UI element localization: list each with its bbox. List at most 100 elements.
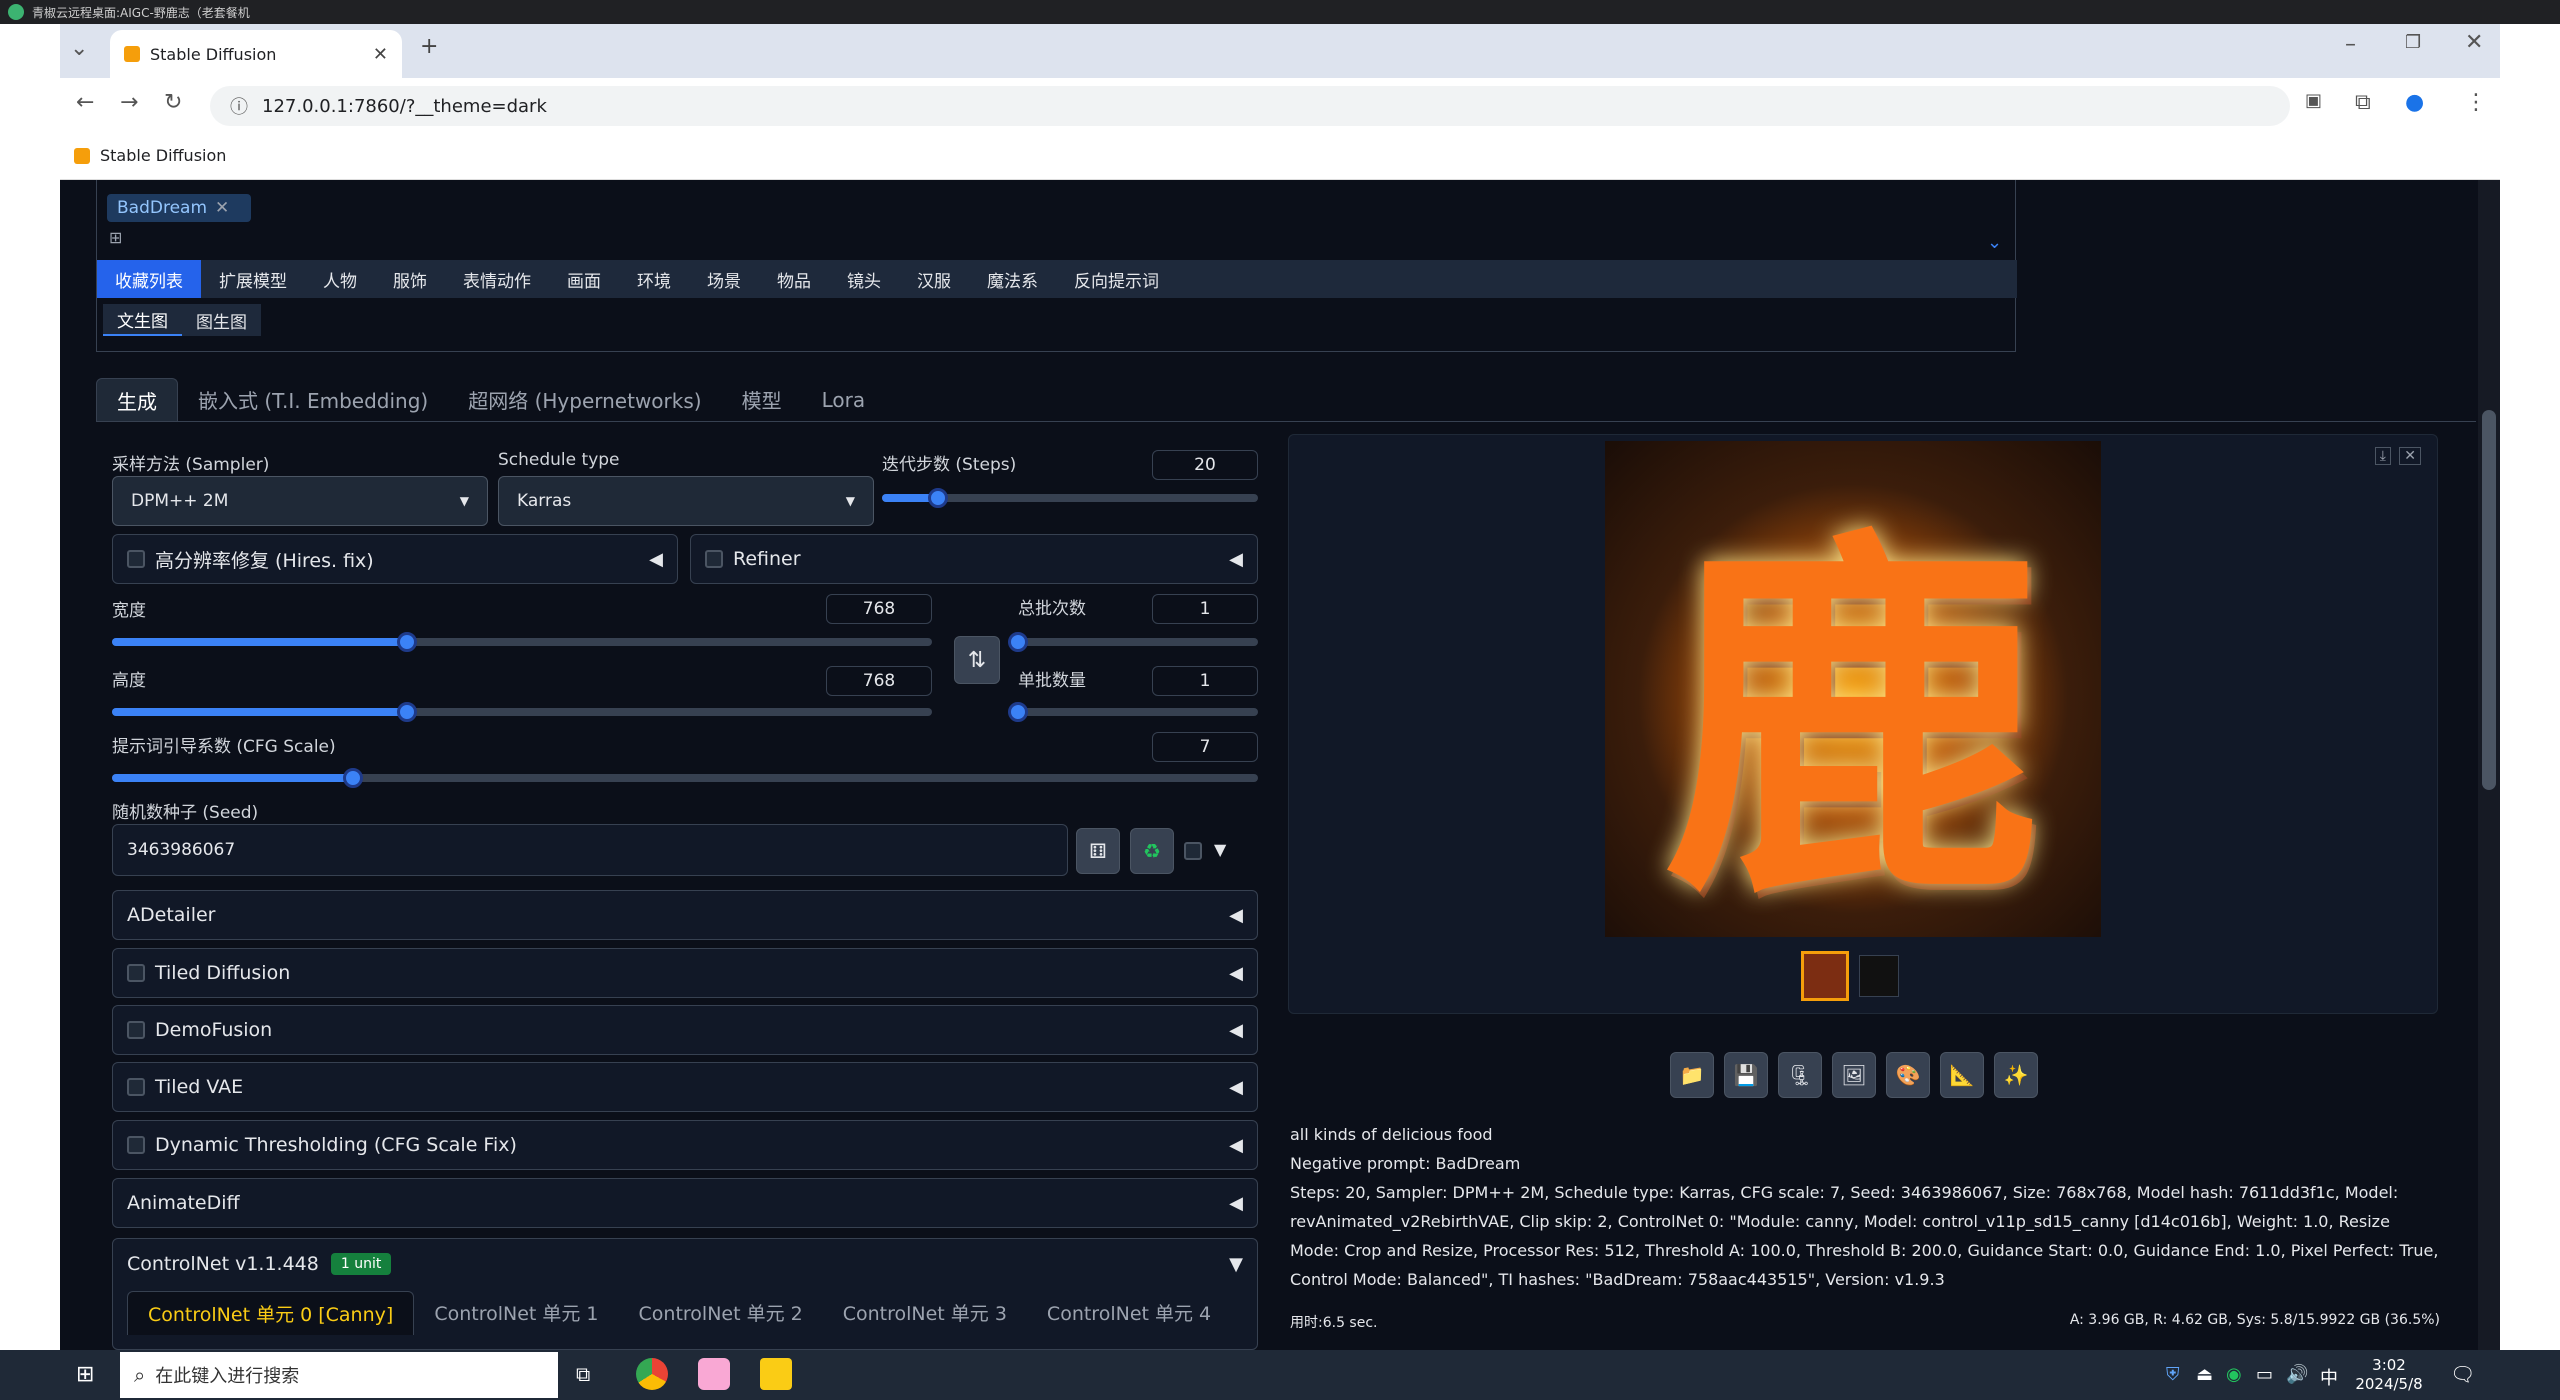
minimize-icon[interactable]: – <box>2345 32 2356 57</box>
prompt-tab-11[interactable]: 魔法系 <box>969 260 1056 298</box>
hires-fix-accordion[interactable]: 高分辨率修复 (Hires. fix) ◀ <box>112 534 678 584</box>
reload-icon[interactable]: ↻ <box>164 90 182 115</box>
width-input[interactable]: 768 <box>826 594 932 624</box>
accordion-checkbox-2[interactable] <box>127 1021 145 1039</box>
security-shield-icon[interactable]: ⛨ <box>2166 1364 2180 1385</box>
forward-icon[interactable]: → <box>120 90 138 115</box>
volume-icon[interactable]: 🔊 <box>2286 1364 2308 1385</box>
tab-close-icon[interactable]: ✕ <box>373 44 388 65</box>
hires-fix-checkbox[interactable] <box>127 550 145 568</box>
address-bar[interactable]: ⓘ 127.0.0.1:7860/?__theme=dark <box>210 86 2290 126</box>
mode-subtab-0[interactable]: 文生图 <box>103 304 182 336</box>
refiner-checkbox[interactable] <box>705 550 723 568</box>
slider-thumb[interactable] <box>397 702 418 722</box>
app-taskbar-icon[interactable] <box>698 1358 730 1390</box>
accordion-collapse-icon-2[interactable]: ◀ <box>1229 1020 1243 1041</box>
slider-track[interactable] <box>1018 708 1258 716</box>
prompt-tab-6[interactable]: 环境 <box>619 260 689 298</box>
close-gallery-icon[interactable]: ✕ <box>2399 447 2421 465</box>
nvidia-icon[interactable]: ◉ <box>2226 1364 2242 1385</box>
slider-thumb[interactable] <box>342 768 363 788</box>
windows-start-icon[interactable]: ⊞ <box>76 1362 94 1387</box>
thumbnail-grid[interactable] <box>1859 955 1899 997</box>
extra-seed-checkbox[interactable] <box>1184 842 1202 860</box>
prompt-tab-8[interactable]: 物品 <box>759 260 829 298</box>
controlnet-unit-tab-3[interactable]: ControlNet 单元 3 <box>823 1291 1027 1335</box>
new-tab-icon[interactable]: + <box>420 34 438 59</box>
collapse-circle-icon[interactable]: ⌄ <box>1987 232 2002 253</box>
random-seed-dice-icon[interactable]: ⚅ <box>1076 828 1120 874</box>
reuse-seed-recycle-icon[interactable]: ♻ <box>1130 828 1174 874</box>
clock[interactable]: 3:02 2024/5/8 <box>2354 1356 2424 1394</box>
restore-icon[interactable]: ❐ <box>2405 32 2421 53</box>
batch-count-input[interactable]: 1 <box>1152 594 1258 624</box>
profile-icon[interactable]: ● <box>2405 90 2424 115</box>
main-tab-1[interactable]: 嵌入式 (T.I. Embedding) <box>178 378 448 421</box>
refiner-collapse-icon[interactable]: ◀ <box>1229 549 1243 570</box>
controlnet-collapse-icon[interactable]: ▼ <box>1229 1254 1243 1275</box>
sampler-dropdown[interactable]: DPM++ 2M ▼ <box>112 476 488 526</box>
chrome-taskbar-icon[interactable] <box>636 1358 668 1390</box>
prompt-tab-7[interactable]: 场景 <box>689 260 759 298</box>
close-window-icon[interactable]: ✕ <box>2465 30 2483 55</box>
accordion-checkbox-1[interactable] <box>127 964 145 982</box>
tag-chip[interactable]: BadDream ✕ <box>107 194 252 222</box>
schedule-dropdown[interactable]: Karras ▼ <box>498 476 874 526</box>
prompt-tab-10[interactable]: 汉服 <box>899 260 969 298</box>
download-icon[interactable]: ⤓ <box>2374 447 2391 465</box>
accordion-1[interactable]: Tiled Diffusion ◀ <box>112 948 1258 998</box>
taskbar-search[interactable]: ⌕ 在此键入进行搜索 <box>120 1352 558 1398</box>
upscale-sparkle-icon[interactable]: ✨ <box>1994 1052 2038 1098</box>
send-img2img-icon[interactable]: 🖼 <box>1832 1052 1876 1098</box>
accordion-collapse-icon-5[interactable]: ◀ <box>1229 1193 1243 1214</box>
prompt-tab-0[interactable]: 收藏列表 <box>97 260 201 298</box>
accordion-collapse-icon-0[interactable]: ◀ <box>1229 905 1243 926</box>
extra-seed-toggle-icon[interactable]: ▼ <box>1214 840 1226 859</box>
slider-thumb[interactable] <box>1008 632 1028 652</box>
prompt-tab-3[interactable]: 服饰 <box>375 260 445 298</box>
send-inpaint-icon[interactable]: 🎨 <box>1886 1052 1930 1098</box>
bookmark-stable-diffusion[interactable]: Stable Diffusion <box>100 146 226 165</box>
notification-icon[interactable]: 🗨 <box>2450 1362 2475 1386</box>
network-icon[interactable]: ▭ <box>2256 1364 2273 1385</box>
usb-icon[interactable]: ⏏ <box>2196 1364 2213 1385</box>
controlnet-unit-tab-1[interactable]: ControlNet 单元 1 <box>414 1291 618 1335</box>
prompt-tab-5[interactable]: 画面 <box>549 260 619 298</box>
accordion-3[interactable]: Tiled VAE ◀ <box>112 1062 1258 1112</box>
hires-collapse-icon[interactable]: ◀ <box>649 549 663 570</box>
accordion-collapse-icon-4[interactable]: ◀ <box>1229 1135 1243 1156</box>
height-input[interactable]: 768 <box>826 666 932 696</box>
refiner-accordion[interactable]: Refiner ◀ <box>690 534 1258 584</box>
accordion-checkbox-4[interactable] <box>127 1136 145 1154</box>
back-icon[interactable]: ← <box>76 90 94 115</box>
thumbnail-selected[interactable] <box>1801 951 1849 1001</box>
steps-input[interactable]: 20 <box>1152 450 1258 480</box>
accordion-5[interactable]: AnimateDiff ◀ <box>112 1178 1258 1228</box>
zip-icon[interactable]: 🗜 <box>1778 1052 1822 1098</box>
prompt-tab-2[interactable]: 人物 <box>305 260 375 298</box>
extension-icon[interactable]: ▣ <box>2305 90 2322 111</box>
accordion-2[interactable]: DemoFusion ◀ <box>112 1005 1258 1055</box>
main-tab-0[interactable]: 生成 <box>96 378 178 421</box>
prompt-tab-9[interactable]: 镜头 <box>829 260 899 298</box>
seed-input[interactable]: 3463986067 <box>112 824 1068 876</box>
tag-remove-icon[interactable]: ✕ <box>215 198 229 218</box>
cfg-input[interactable]: 7 <box>1152 732 1258 762</box>
slider-thumb[interactable] <box>1008 702 1028 722</box>
save-icon[interactable]: 💾 <box>1724 1052 1768 1098</box>
prompt-tab-12[interactable]: 反向提示词 <box>1056 260 1177 298</box>
controlnet-header[interactable]: ControlNet v1.1.448 1 unit ▼ <box>127 1253 1243 1275</box>
slider-thumb[interactable] <box>397 632 418 652</box>
slider-thumb[interactable] <box>928 488 949 508</box>
mode-subtab-1[interactable]: 图生图 <box>182 304 261 336</box>
controlnet-unit-tab-4[interactable]: ControlNet 单元 4 <box>1027 1291 1231 1335</box>
browser-tab[interactable]: Stable Diffusion ✕ <box>110 30 402 78</box>
controlnet-unit-tab-2[interactable]: ControlNet 单元 2 <box>619 1291 823 1335</box>
batch-size-input[interactable]: 1 <box>1152 666 1258 696</box>
site-info-icon[interactable]: ⓘ <box>230 93 248 119</box>
page-scrollbar-thumb[interactable] <box>2482 410 2496 790</box>
main-tab-2[interactable]: 超网络 (Hypernetworks) <box>448 378 721 421</box>
prompt-tab-4[interactable]: 表情动作 <box>445 260 549 298</box>
accordion-collapse-icon-1[interactable]: ◀ <box>1229 963 1243 984</box>
accordion-0[interactable]: ADetailer ◀ <box>112 890 1258 940</box>
